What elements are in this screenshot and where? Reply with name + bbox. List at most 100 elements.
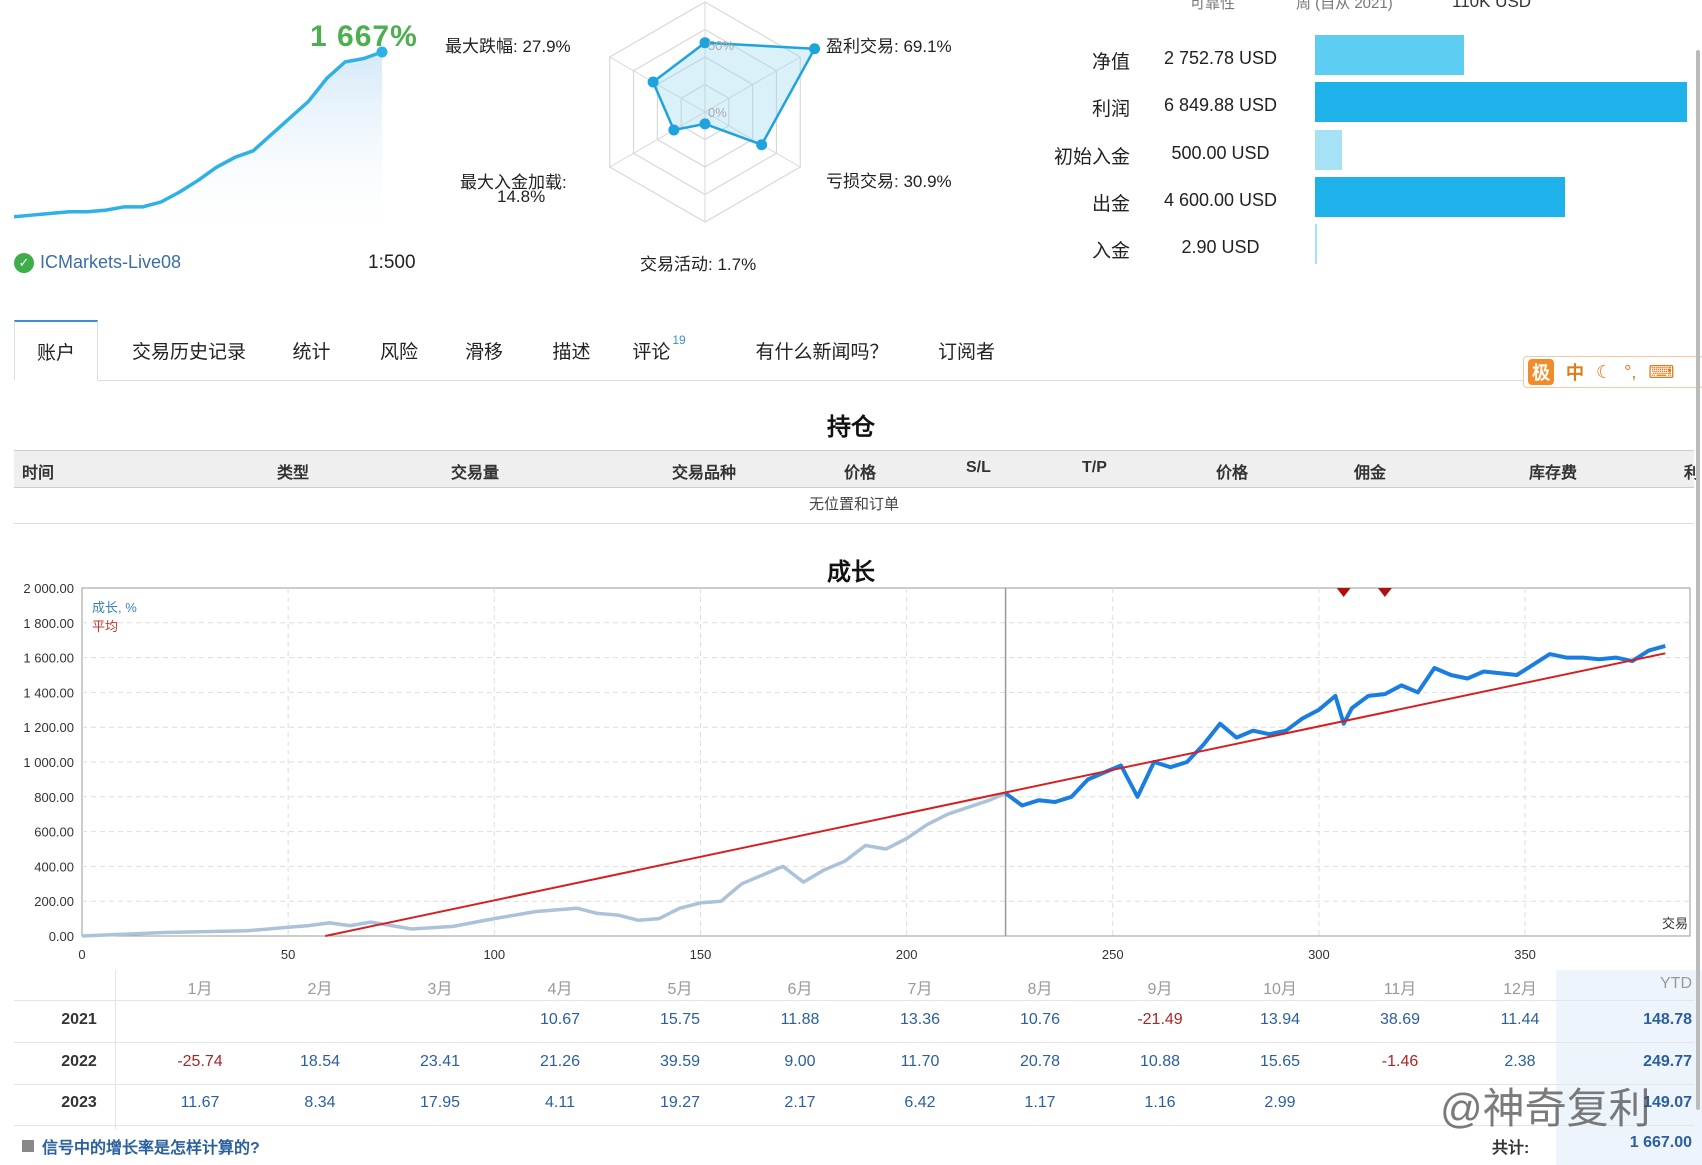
growth-y-tick: 200.00 [34, 894, 74, 909]
growth-y-tick: 0.00 [49, 929, 74, 944]
positions-column-header[interactable]: 库存费 [1529, 459, 1577, 483]
month-value-cell: 2.99 [1264, 1094, 1296, 1111]
financial-value: 500.00 USD [1171, 143, 1270, 163]
growth-x-tick: 0 [78, 947, 85, 962]
tab-1[interactable]: 交易历史记录 [114, 320, 264, 380]
ytd-value: 148.78 [1643, 1011, 1692, 1028]
month-header: 1月 [187, 981, 213, 998]
growth-calc-link[interactable]: 信号中的增长率是怎样计算的? [22, 1134, 260, 1158]
weeks-label: 周 (自从 2021) [1296, 0, 1393, 12]
financial-label: 初始入金 [1053, 147, 1130, 168]
leverage: 1:500 [368, 252, 416, 273]
radar-grid-0: 0% [708, 105, 727, 120]
ime-toolbar[interactable]: 极 中 ☾ °, ⌨ [1523, 356, 1702, 388]
month-value-cell: 13.94 [1259, 1011, 1301, 1028]
growth-y-tick: 400.00 [34, 859, 74, 874]
financial-value: 2.90 USD [1181, 237, 1260, 257]
positions-column-header[interactable]: 价格 [1216, 459, 1248, 483]
radar-grid-50: 50% [708, 38, 735, 53]
month-value-cell: 39.59 [659, 1053, 701, 1070]
ime-lang[interactable]: 中 [1566, 359, 1584, 385]
month-value-cell: 21.26 [539, 1053, 581, 1070]
growth-y-tick: 2 000.00 [23, 581, 74, 596]
year-cell: 2021 [61, 1011, 97, 1028]
ime-mode[interactable]: 极 [1528, 359, 1554, 385]
positions-column-header[interactable]: 时间 [22, 459, 54, 483]
radar-value-point [756, 139, 768, 151]
tab-label: 统计 [292, 341, 331, 363]
month-header: 5月 [667, 981, 693, 998]
month-value-cell: -21.49 [1137, 1011, 1183, 1028]
positions-column-header[interactable]: S/L [966, 459, 991, 477]
positions-column-header[interactable]: 交易量 [451, 459, 499, 483]
financial-value: 2 752.78 USD [1163, 48, 1278, 68]
year-cell: 2022 [61, 1053, 97, 1070]
radar-value-point [647, 76, 659, 88]
month-value-cell: 13.36 [899, 1011, 941, 1028]
tab-7[interactable]: 有什么新闻吗？ [747, 320, 897, 380]
keyboard-icon[interactable]: ⌨ [1648, 362, 1674, 383]
financial-bar [1315, 35, 1465, 75]
month-value-cell: 15.75 [659, 1011, 701, 1028]
month-value-cell: 10.67 [539, 1011, 581, 1028]
moon-icon[interactable]: ☾ [1596, 362, 1612, 383]
month-value-cell: 23.41 [419, 1053, 461, 1070]
growth-y-tick: 1 800.00 [23, 616, 74, 631]
tab-2[interactable]: 统计 [279, 320, 344, 380]
tab-5[interactable]: 描述 [539, 320, 604, 380]
financial-label: 净值 [1091, 52, 1130, 73]
radar-label-deposit-load-value: 14.8% [497, 187, 546, 206]
month-value-cell: -1.46 [1381, 1053, 1419, 1070]
growth-y-tick: 1 000.00 [23, 755, 74, 770]
radar-label-loss-trades: 亏损交易: 30.9% [826, 172, 952, 191]
subscribers-funds: 110K USD [1452, 0, 1532, 11]
tab-6[interactable]: 评论 19 [624, 320, 694, 380]
month-value-cell: 20.78 [1019, 1053, 1061, 1070]
month-header: 8月 [1027, 981, 1053, 998]
tab-label: 描述 [552, 341, 591, 363]
tab-8[interactable]: 订阅者 [924, 320, 1009, 380]
financial-value: 4 600.00 USD [1163, 190, 1278, 210]
punctuation-icon[interactable]: °, [1624, 362, 1636, 383]
financial-bar [1315, 130, 1343, 170]
mini-growth-chart [14, 46, 388, 245]
month-header: 11月 [1383, 981, 1417, 998]
positions-column-header[interactable]: 类型 [277, 459, 309, 483]
radar-chart [609, 1, 821, 223]
year-cell: 2023 [61, 1094, 97, 1111]
broker-link[interactable]: ✓ ICMarkets-Live08 [14, 252, 181, 273]
positions-empty: 无位置和订单 [14, 487, 1694, 524]
month-value-cell: 8.34 [304, 1094, 336, 1111]
page-scrollbar[interactable] [1696, 50, 1700, 1110]
growth-x-tick: 300 [1308, 947, 1330, 962]
tab-0[interactable]: 账户 [14, 320, 98, 381]
month-value-cell: 19.27 [659, 1094, 701, 1111]
positions-column-header[interactable]: 交易品种 [672, 459, 736, 483]
positions-column-header[interactable]: 佣金 [1354, 459, 1386, 483]
radar-label-profit-trades: 盈利交易: 69.1% [826, 37, 952, 56]
positions-column-header[interactable]: 价格 [844, 459, 876, 483]
month-value-cell: 10.88 [1139, 1053, 1181, 1070]
watermark: @神奇复利 [1440, 1085, 1651, 1132]
month-value-cell: 18.54 [299, 1053, 341, 1070]
growth-y-tick: 600.00 [34, 825, 74, 840]
positions-header: 时间 类型 交易量 交易品种 价格 S/L T/P 价格 佣金 库存费利 [14, 450, 1700, 488]
month-value-cell: 17.95 [419, 1094, 461, 1111]
month-header: 10月 [1263, 981, 1297, 998]
tab-label: 交易历史记录 [131, 341, 246, 363]
reliability-label: 可靠性 [1190, 0, 1236, 12]
growth-x-tick: 250 [1102, 947, 1124, 962]
ytd-value: 249.77 [1643, 1053, 1692, 1070]
growth-calc-link-text: 信号中的增长率是怎样计算的? [42, 1140, 260, 1157]
tab-4[interactable]: 滑移 [454, 320, 514, 380]
growth-y-tick: 1 600.00 [23, 651, 74, 666]
growth-chart: 0.00 200.00 400.00 600.00 800.00 1 000.00 1 20… [23, 581, 1691, 962]
tab-3[interactable]: 风险 [364, 320, 434, 380]
month-value-cell: 2.17 [784, 1094, 816, 1111]
positions-column-header[interactable]: T/P [1082, 459, 1107, 477]
month-header: 6月 [787, 981, 813, 998]
growth-y-tick: 1 200.00 [23, 720, 74, 735]
growth-y-tick: 800.00 [34, 790, 74, 805]
tab-label: 风险 [379, 341, 418, 363]
financial-label: 入金 [1091, 241, 1130, 262]
